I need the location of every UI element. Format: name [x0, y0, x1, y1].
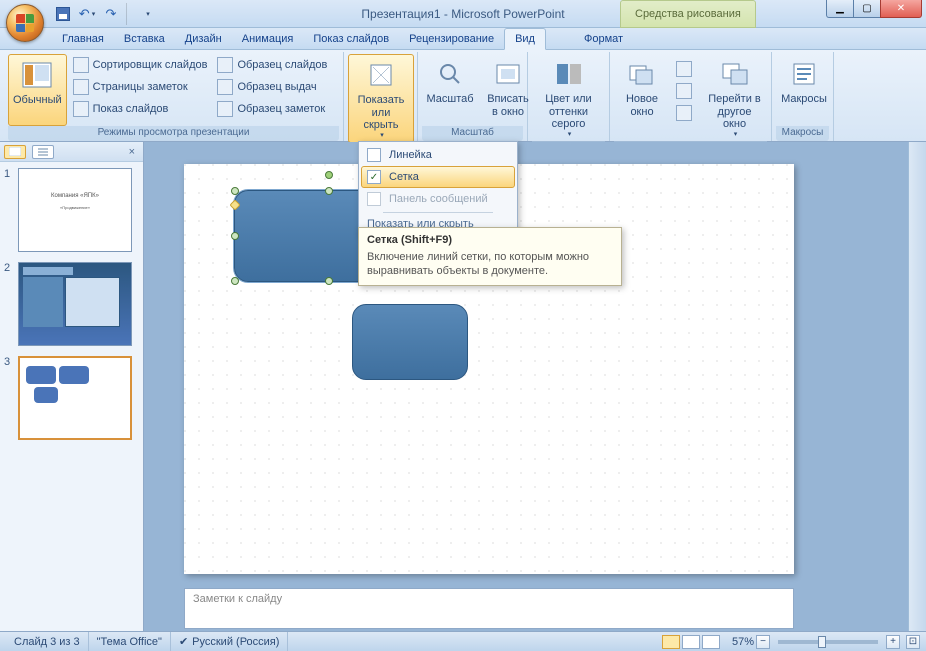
ribbon: Обычный Сортировщик слайдов Страницы зам… [0, 50, 926, 142]
dropdown-msgpane: Панель сообщений [361, 188, 515, 210]
minimize-button[interactable]: ▁ [826, 0, 854, 18]
undo-icon: ↶ [79, 6, 90, 22]
slide-editor[interactable]: Заметки к слайду [144, 142, 926, 631]
shape-2[interactable] [352, 304, 468, 380]
slide-master-button[interactable]: Образец слайдов [213, 54, 331, 76]
thumb-row-3[interactable]: 3 [4, 356, 139, 440]
slide-thumb-2[interactable] [18, 262, 132, 346]
status-bar: Слайд 3 из 3 "Тема Office" ✔Русский (Рос… [0, 631, 926, 651]
status-zoom-value[interactable]: 57% [732, 636, 754, 648]
tooltip: Сетка (Shift+F9) Включение линий сетки, … [358, 227, 622, 286]
status-slideshow-view[interactable] [702, 635, 720, 649]
checkbox-icon [367, 192, 381, 206]
slides-tab[interactable] [4, 145, 26, 159]
status-lang[interactable]: ✔Русский (Россия) [171, 632, 289, 651]
zoom-slider[interactable] [778, 640, 878, 644]
tab-show[interactable]: Показ слайдов [303, 28, 399, 49]
slide-thumb-1[interactable]: Компания «ЯПК»«Продвижение» [18, 168, 132, 252]
normal-view-button[interactable]: Обычный [8, 54, 67, 126]
ribbon-tabs: Главная Вставка Дизайн Анимация Показ сл… [0, 28, 926, 50]
redo-icon: ↷ [106, 6, 117, 22]
showhide-dropdown: Линейка ✓Сетка Панель сообщений Показать… [358, 141, 518, 236]
tab-review[interactable]: Рецензирование [399, 28, 504, 49]
thumb-row-2[interactable]: 2 [4, 262, 139, 346]
notes-master-icon [217, 101, 233, 117]
tooltip-title: Сетка (Shift+F9) [367, 234, 613, 246]
slide-sorter-button[interactable]: Сортировщик слайдов [69, 54, 212, 76]
color-grayscale-button[interactable]: Цвет или оттенки серого▾ [532, 54, 605, 141]
close-button[interactable]: ✕ [880, 0, 922, 18]
macros-icon [788, 58, 820, 90]
showhide-icon [365, 59, 397, 91]
contextual-tab-label: Средства рисования [620, 0, 756, 28]
slideshow-button[interactable]: Показ слайдов [69, 98, 212, 120]
macros-group-label: Макросы [776, 126, 829, 141]
tab-format[interactable]: Формат [574, 28, 633, 49]
tab-view[interactable]: Вид [504, 28, 546, 50]
qat-customize[interactable]: ▾ [136, 3, 158, 25]
dropdown-ruler[interactable]: Линейка [361, 144, 515, 166]
title-bar: ↶▾ ↷ ▾ Презентация1 - Microsoft PowerPoi… [0, 0, 926, 28]
handout-master-button[interactable]: Образец выдач [213, 76, 331, 98]
slide-thumb-3[interactable] [18, 356, 132, 440]
new-window-button[interactable]: Новое окно [614, 54, 670, 141]
switch-window-button[interactable]: Перейти в другое окно▾ [702, 54, 767, 141]
tab-home[interactable]: Главная [52, 28, 114, 49]
checkbox-icon [367, 148, 381, 162]
thumb-row-1[interactable]: 1 Компания «ЯПК»«Продвижение» [4, 168, 139, 252]
notes-page-button[interactable]: Страницы заметок [69, 76, 212, 98]
status-sorter-view[interactable] [682, 635, 700, 649]
save-icon [56, 7, 70, 21]
zoom-button[interactable]: Масштаб [422, 54, 478, 126]
switch-window-icon [719, 58, 751, 90]
notes-master-button[interactable]: Образец заметок [213, 98, 331, 120]
tab-design[interactable]: Дизайн [175, 28, 232, 49]
zoom-icon [434, 58, 466, 90]
new-window-icon [626, 58, 658, 90]
normal-view-label: Обычный [13, 94, 62, 107]
color-icon [553, 58, 585, 90]
status-slide[interactable]: Слайд 3 из 3 [6, 632, 89, 651]
views-group-label: Режимы просмотра презентации [8, 126, 339, 141]
outline-tab[interactable] [32, 145, 54, 159]
tooltip-body: Включение линий сетки, по которым можно … [367, 250, 613, 279]
quick-access-toolbar: ↶▾ ↷ ▾ [52, 3, 158, 25]
arrange-all-button[interactable] [672, 58, 700, 80]
zoom-in-button[interactable]: + [886, 635, 900, 649]
notes-page-icon [73, 79, 89, 95]
spellcheck-icon: ✔ [179, 635, 188, 648]
save-button[interactable] [52, 3, 74, 25]
slide-master-icon [217, 57, 233, 73]
sorter-icon [73, 57, 89, 73]
notes-pane[interactable]: Заметки к слайду [184, 588, 794, 629]
cascade-button[interactable] [672, 80, 700, 102]
zoom-thumb[interactable] [818, 636, 826, 648]
macros-button[interactable]: Макросы [776, 54, 832, 126]
undo-button[interactable]: ↶▾ [76, 3, 98, 25]
office-button[interactable] [6, 4, 44, 42]
move-split-button[interactable] [672, 102, 700, 124]
handout-master-icon [217, 79, 233, 95]
slideshow-icon [73, 101, 89, 117]
redo-button[interactable]: ↷ [100, 3, 122, 25]
maximize-button[interactable]: ▢ [853, 0, 881, 18]
tab-anim[interactable]: Анимация [232, 28, 304, 49]
normal-view-icon [21, 59, 53, 91]
vertical-scrollbar[interactable] [908, 142, 926, 631]
dropdown-grid[interactable]: ✓Сетка [361, 166, 515, 188]
checkbox-checked-icon: ✓ [367, 170, 381, 184]
slides-pane: × 1 Компания «ЯПК»«Продвижение» 2 3 [0, 142, 144, 631]
zoom-group-label: Масштаб [422, 126, 523, 141]
pane-close-button[interactable]: × [125, 146, 139, 158]
tab-insert[interactable]: Вставка [114, 28, 175, 49]
fit-to-window-button[interactable]: ⊡ [906, 635, 920, 649]
rotate-handle[interactable] [325, 171, 333, 179]
status-normal-view[interactable] [662, 635, 680, 649]
status-theme[interactable]: "Тема Office" [89, 632, 171, 651]
showhide-button[interactable]: Показать или скрыть▾ [348, 54, 414, 143]
fit-icon [492, 58, 524, 90]
zoom-out-button[interactable]: − [756, 635, 770, 649]
